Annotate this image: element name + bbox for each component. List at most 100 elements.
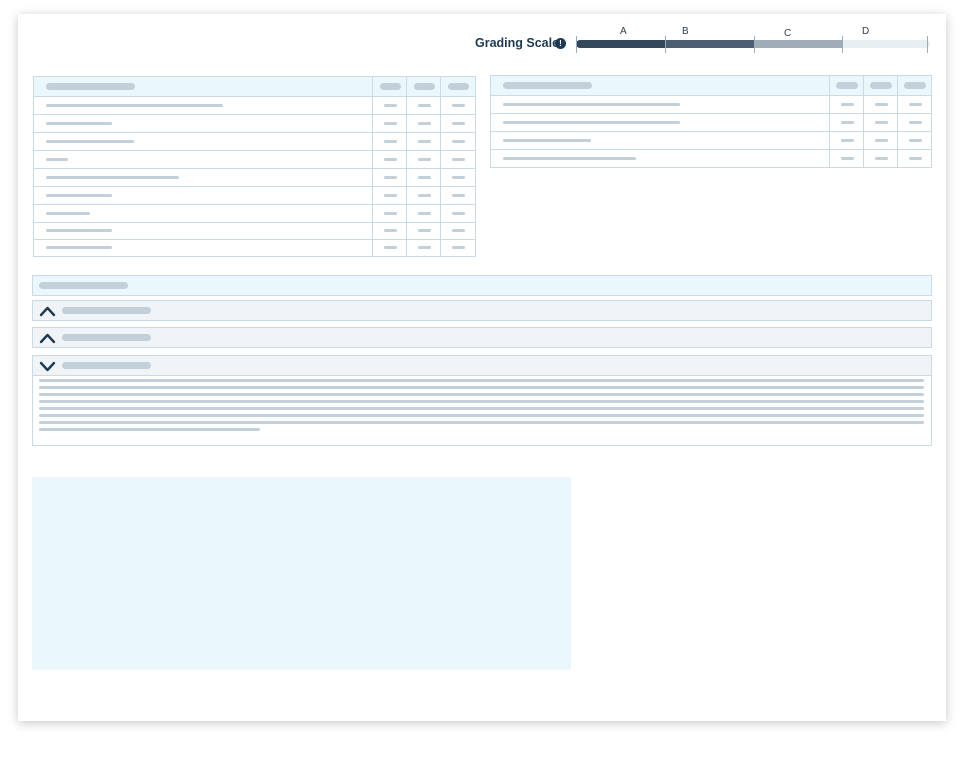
header-placeholder (46, 83, 135, 90)
row-dash (384, 176, 397, 179)
row-cell (897, 150, 932, 167)
table-row (34, 239, 475, 256)
row-cell (440, 205, 476, 222)
row-dash (452, 158, 465, 161)
text-placeholder (39, 400, 924, 403)
row-dash (418, 140, 431, 143)
table-row (34, 96, 475, 114)
grade-tick (927, 36, 928, 53)
table-row (491, 113, 931, 131)
row-cell (863, 114, 898, 131)
row-cell (440, 133, 476, 150)
right-table (490, 75, 932, 168)
text-placeholder (39, 393, 924, 396)
content-panel (32, 477, 571, 670)
header-placeholder (904, 82, 926, 89)
row-cell (440, 223, 476, 239)
grade-tick (754, 36, 755, 53)
row-dash (452, 140, 465, 143)
row-dash (384, 212, 397, 215)
row-cell (863, 96, 898, 113)
row-dash (418, 104, 431, 107)
info-icon[interactable]: ! (555, 38, 566, 49)
row-dash (875, 103, 888, 106)
row-dash (418, 229, 431, 232)
row-dash (452, 246, 465, 249)
table-row (34, 114, 475, 132)
row-dash (418, 246, 431, 249)
header-placeholder (870, 82, 892, 89)
row-cell (372, 169, 407, 186)
grade-tick (665, 36, 666, 53)
row-cell (406, 205, 441, 222)
row-dash (452, 212, 465, 215)
grade-letter-c: C (784, 28, 792, 39)
table-row (491, 95, 931, 113)
row-dash (875, 157, 888, 160)
row-dash (384, 104, 397, 107)
row-cell (440, 97, 476, 114)
row-placeholder (46, 140, 134, 143)
text-placeholder (39, 421, 924, 424)
row-placeholder (46, 194, 112, 197)
row-dash (875, 139, 888, 142)
header-placeholder (836, 82, 858, 89)
row-dash (909, 139, 922, 142)
row-dash (875, 121, 888, 124)
row-cell (440, 240, 476, 256)
grade-tick (842, 36, 843, 53)
table-row (491, 131, 931, 149)
accordion-item[interactable] (32, 300, 932, 321)
section-title-placeholder (39, 282, 128, 289)
chevron-down-icon[interactable] (39, 359, 56, 373)
accordion-title-placeholder (62, 334, 151, 341)
row-dash (384, 140, 397, 143)
header-cell (829, 76, 864, 95)
row-dash (384, 194, 397, 197)
accordion-item[interactable] (32, 327, 932, 348)
row-cell (897, 114, 932, 131)
row-cell (372, 151, 407, 168)
row-cell (863, 132, 898, 149)
row-dash (418, 212, 431, 215)
accordion-title-placeholder (62, 362, 151, 369)
row-dash (452, 194, 465, 197)
row-cell (406, 97, 441, 114)
row-dash (452, 176, 465, 179)
grade-segment-a (576, 40, 665, 48)
row-cell (829, 114, 864, 131)
table-row (34, 132, 475, 150)
row-dash (452, 122, 465, 125)
table-row (491, 149, 931, 167)
section-header (32, 275, 932, 296)
accordion-item-open (32, 355, 932, 446)
grade-letter-a: A (620, 26, 627, 37)
table-row (34, 204, 475, 222)
chevron-up-icon[interactable] (39, 331, 56, 345)
grade-segment-d (842, 40, 930, 48)
accordion-header[interactable] (33, 356, 931, 376)
chevron-up-icon[interactable] (39, 304, 56, 318)
header-cell (897, 76, 932, 95)
row-placeholder (503, 121, 680, 124)
row-cell (829, 150, 864, 167)
row-dash (909, 157, 922, 160)
row-placeholder (46, 212, 90, 215)
row-cell (406, 115, 441, 132)
row-cell (897, 132, 932, 149)
row-dash (452, 104, 465, 107)
row-cell (372, 240, 407, 256)
row-cell (863, 150, 898, 167)
grade-tick (576, 36, 577, 53)
text-placeholder (39, 407, 924, 410)
table-row (34, 186, 475, 204)
header-placeholder (503, 82, 592, 89)
row-cell (372, 223, 407, 239)
row-placeholder (503, 139, 591, 142)
row-placeholder (46, 104, 223, 107)
row-dash (452, 229, 465, 232)
row-cell (372, 205, 407, 222)
table-row (34, 168, 475, 186)
header-placeholder (380, 83, 401, 90)
row-cell (406, 169, 441, 186)
